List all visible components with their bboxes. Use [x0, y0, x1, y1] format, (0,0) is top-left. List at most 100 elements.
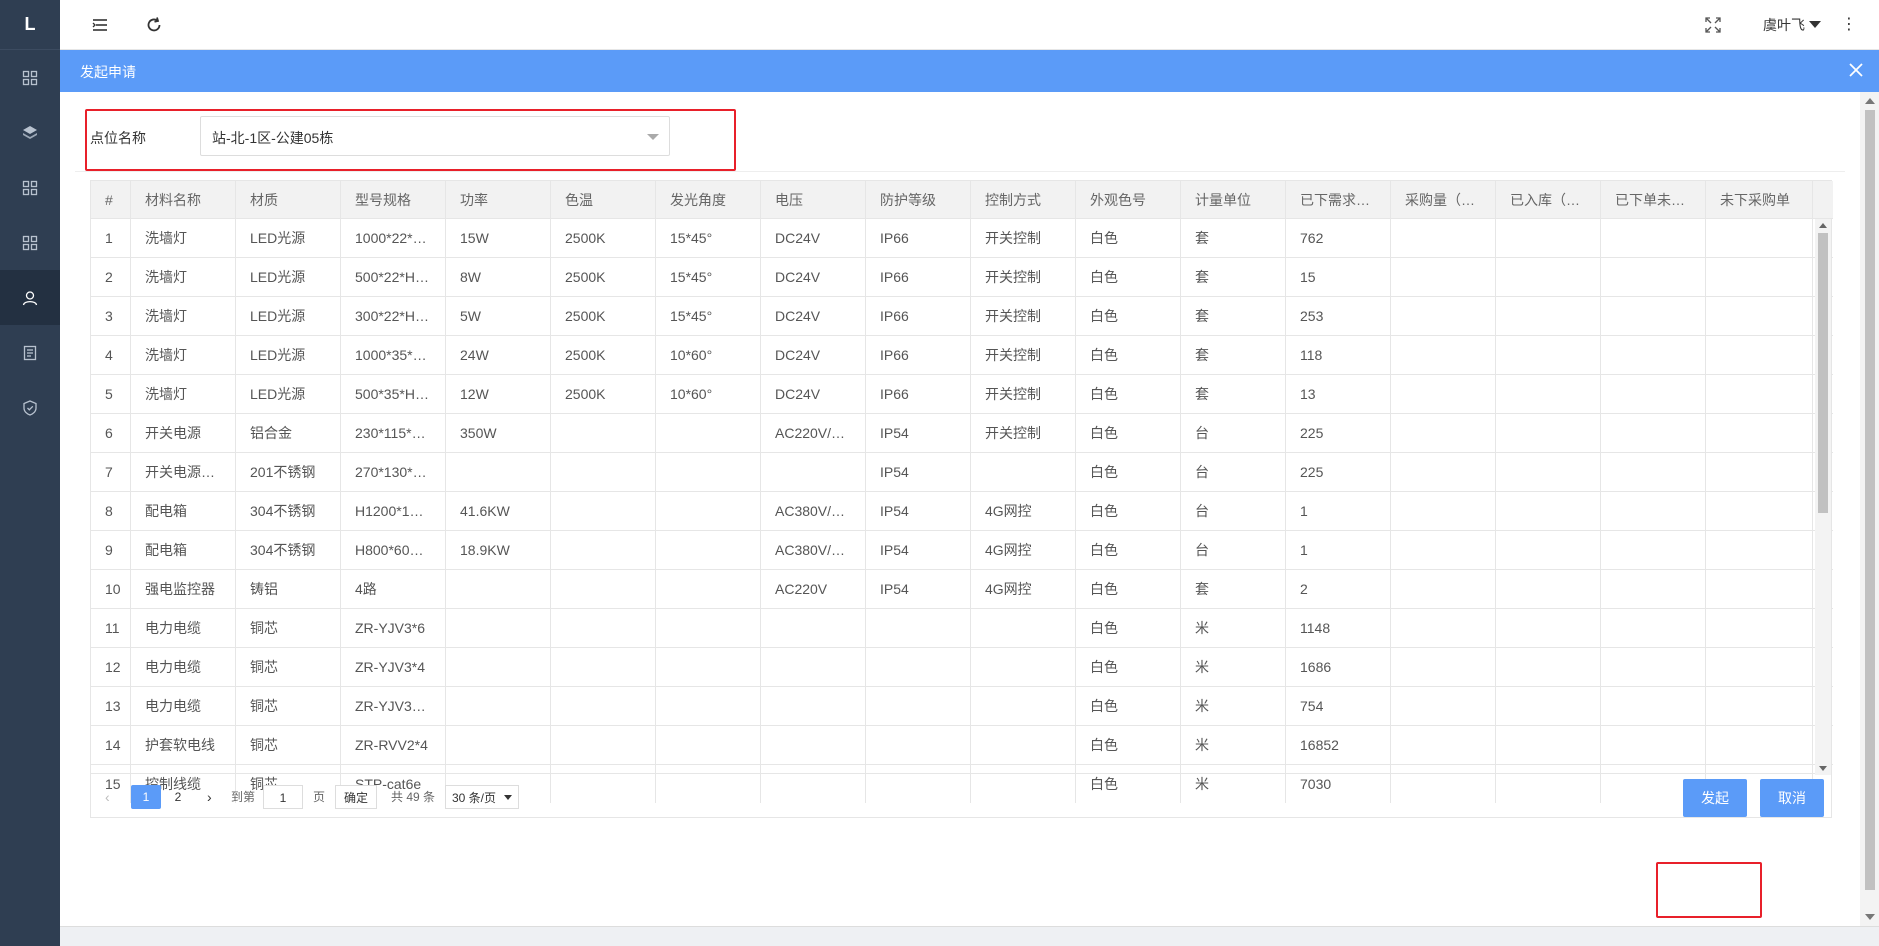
- close-icon[interactable]: [1847, 61, 1865, 79]
- scroll-down-icon[interactable]: [1865, 914, 1875, 920]
- table-row[interactable]: 8 配电箱 304不锈钢 H1200*1… 41.6KW AC380V/… IP54 4G网控…: [91, 492, 1833, 531]
- table-scroll-thumb[interactable]: [1818, 233, 1828, 513]
- scroll-up-icon[interactable]: [1865, 98, 1875, 104]
- table-cell: IP54: [866, 531, 971, 569]
- table-cell: [1706, 453, 1813, 491]
- table-row[interactable]: 5 洗墙灯 LED光源 500*35*H… 12W 2500K 10*60° DC24V IP6…: [91, 375, 1833, 414]
- table-cell: [1496, 375, 1601, 413]
- dialog-scroll-thumb[interactable]: [1865, 110, 1875, 890]
- table-cell: [446, 609, 551, 647]
- table-scrollbar[interactable]: [1815, 219, 1831, 775]
- table-cell: [656, 726, 761, 764]
- table-row[interactable]: 7 开关电源… 201不锈钢 270*130*… IP54 白色台 225: [91, 453, 1833, 492]
- fullscreen-icon[interactable]: [1705, 17, 1721, 33]
- table-cell: [1391, 726, 1496, 764]
- next-page-icon[interactable]: ›: [207, 785, 212, 809]
- table-row[interactable]: 4 洗墙灯 LED光源 1000*35*… 24W 2500K 10*60° DC24V IP6…: [91, 336, 1833, 375]
- page-2-button[interactable]: 2: [163, 785, 193, 809]
- column-header[interactable]: 控制方式: [971, 181, 1076, 218]
- cancel-button[interactable]: 取消: [1760, 779, 1824, 817]
- caret-down-icon: [504, 795, 512, 800]
- table-cell: 2: [1286, 570, 1391, 608]
- prev-page-icon[interactable]: ‹: [105, 785, 110, 809]
- nav-item-layers[interactable]: [0, 105, 60, 160]
- dialog-body: 点位名称 站-北-1区-公建05栋 # 材料名称 材质 型号规格 功率 色温 发光角度 电压防…: [60, 92, 1860, 926]
- table-cell: [1496, 219, 1601, 257]
- column-header[interactable]: 电压: [761, 181, 866, 218]
- table-row[interactable]: 13 电力电缆 铜芯 ZR-YJV3… 白色米 754: [91, 687, 1833, 726]
- goto-page-input[interactable]: 1: [263, 785, 303, 809]
- column-header[interactable]: 采购量（…: [1391, 181, 1496, 218]
- table-cell: [656, 570, 761, 608]
- table-cell: AC380V/…: [761, 531, 866, 569]
- table-row[interactable]: 3 洗墙灯 LED光源 300*22*H… 5W 2500K 15*45° DC24V IP66…: [91, 297, 1833, 336]
- table-cell: AC380V/…: [761, 492, 866, 530]
- nav-item-user[interactable]: [0, 270, 60, 325]
- table-cell: 10*60°: [656, 336, 761, 374]
- table-cell: 304不锈钢: [236, 492, 341, 530]
- table-row[interactable]: 12 电力电缆 铜芯 ZR-YJV3*4 白色米 1686: [91, 648, 1833, 687]
- table-cell: [1391, 414, 1496, 452]
- table-row[interactable]: 9 配电箱 304不锈钢 H800*60… 18.9KW AC380V/… IP54 4G网控…: [91, 531, 1833, 570]
- nav-item-dashboard[interactable]: [0, 50, 60, 105]
- column-header[interactable]: 材质: [236, 181, 341, 218]
- submit-button[interactable]: 发起: [1683, 779, 1747, 817]
- table-cell: H800*60…: [341, 531, 446, 569]
- page-1-button[interactable]: 1: [131, 785, 161, 809]
- column-header[interactable]: 功率: [446, 181, 551, 218]
- table-row[interactable]: 1 洗墙灯 LED光源 1000*22*… 15W 2500K 15*45° DC24V IP6…: [91, 219, 1833, 258]
- menu-collapse-icon[interactable]: [90, 15, 110, 35]
- table-cell: 230*115*…: [341, 414, 446, 452]
- column-header[interactable]: 外观色号: [1076, 181, 1181, 218]
- nav-item-apps[interactable]: [0, 160, 60, 215]
- table-cell: 洗墙灯: [131, 219, 236, 257]
- column-header[interactable]: 防护等级: [866, 181, 971, 218]
- table-cell: [551, 453, 656, 491]
- table-cell: 洗墙灯: [131, 297, 236, 335]
- table-cell: AC220V: [761, 570, 866, 608]
- page-size-select[interactable]: 30 条/页: [445, 785, 519, 809]
- column-header[interactable]: #: [91, 181, 131, 218]
- table-cell: DC24V: [761, 336, 866, 374]
- column-header[interactable]: 计量单位: [1181, 181, 1286, 218]
- scroll-up-icon[interactable]: [1819, 223, 1827, 228]
- table-cell: [1706, 726, 1813, 764]
- table-header: # 材料名称 材质 型号规格 功率 色温 发光角度 电压 防护等级 控制方式 外观色号 计量单位 已下需…: [91, 181, 1833, 219]
- column-header[interactable]: 型号规格: [341, 181, 446, 218]
- refresh-icon[interactable]: [144, 15, 164, 35]
- table-cell: [1391, 570, 1496, 608]
- nav-item-security[interactable]: [0, 380, 60, 435]
- scroll-down-icon[interactable]: [1819, 766, 1827, 771]
- column-header[interactable]: 已下需求…: [1286, 181, 1391, 218]
- table-cell: [971, 648, 1076, 686]
- more-vertical-icon[interactable]: ⋮: [1841, 14, 1857, 34]
- column-header[interactable]: 已下单未…: [1601, 181, 1706, 218]
- table-cell: 白色: [1076, 453, 1181, 491]
- table-cell: IP54: [866, 453, 971, 491]
- table-cell: 225: [1286, 453, 1391, 491]
- nav-item-document[interactable]: [0, 325, 60, 380]
- table-row[interactable]: 10 强电监控器 铸铝 4路 AC220V IP54 4G网控 白色套 2: [91, 570, 1833, 609]
- table-cell: [971, 609, 1076, 647]
- table-cell: 套: [1181, 297, 1286, 335]
- column-header[interactable]: 已入库（…: [1496, 181, 1601, 218]
- table-row[interactable]: 11 电力电缆 铜芯 ZR-YJV3*6 白色米 1148: [91, 609, 1833, 648]
- column-header[interactable]: 发光角度: [656, 181, 761, 218]
- nav-item-modules[interactable]: [0, 215, 60, 270]
- table-row[interactable]: 2 洗墙灯 LED光源 500*22*H… 8W 2500K 15*45° DC24V IP66…: [91, 258, 1833, 297]
- table-cell: 5W: [446, 297, 551, 335]
- table-cell: 201不锈钢: [236, 453, 341, 491]
- table-row[interactable]: 6 开关电源 铝合金 230*115*… 350W AC220V/… IP54 开关控制 白色台…: [91, 414, 1833, 453]
- column-header[interactable]: 色温: [551, 181, 656, 218]
- dialog-header: 发起申请: [60, 50, 1879, 92]
- table-cell: 2: [91, 258, 131, 296]
- grid-icon: [22, 70, 38, 85]
- dialog-scrollbar[interactable]: [1860, 92, 1879, 926]
- user-menu[interactable]: 虞叶飞: [1763, 15, 1821, 35]
- table-cell: 白色: [1076, 336, 1181, 374]
- goto-confirm-button[interactable]: 确定: [335, 785, 378, 809]
- table-cell: 2500K: [551, 297, 656, 335]
- table-row[interactable]: 14 护套软电线 铜芯 ZR-RVV2*4 白色米 16852: [91, 726, 1833, 765]
- column-header[interactable]: 材料名称: [131, 181, 236, 218]
- column-header[interactable]: 未下采购单: [1706, 181, 1813, 218]
